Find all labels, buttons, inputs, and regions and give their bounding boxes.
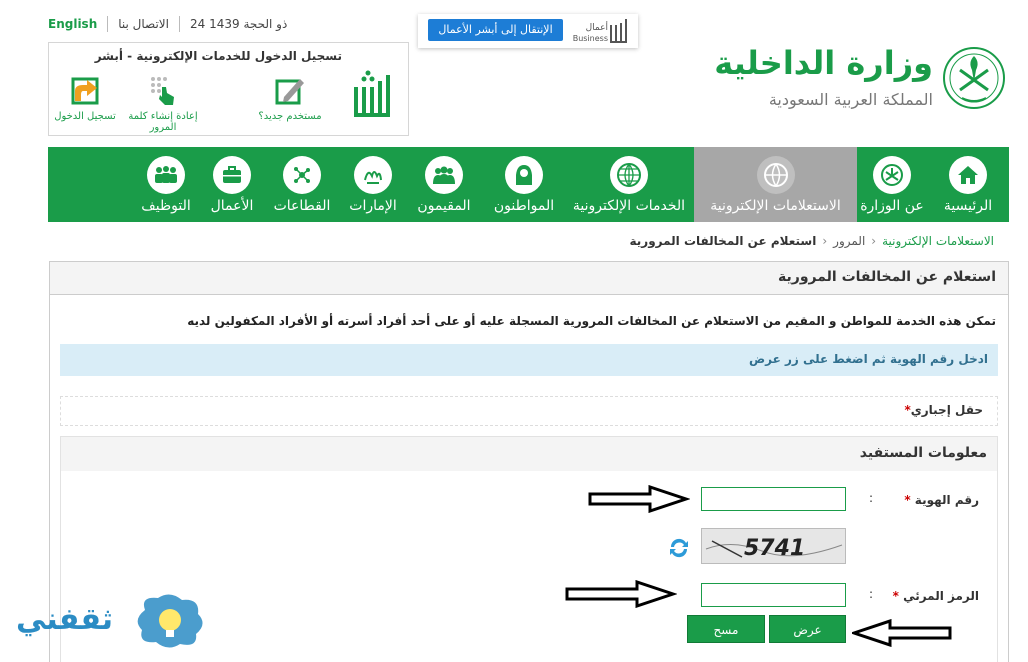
required-note: *حقل إجباري (60, 396, 998, 426)
arrow-annotation-icon (588, 485, 690, 513)
nav-home[interactable]: الرئيسية (927, 147, 1009, 222)
main-nav: الرئيسية عن الوزارة الاستعلامات الإلكترو… (48, 147, 1009, 222)
section-header: معلومات المستفيد (61, 437, 997, 471)
reset-password-button[interactable]: إعادة إنشاء كلمة المرور (118, 75, 208, 133)
ministry-subtitle: المملكة العربية السعودية (768, 90, 933, 109)
required-label: *حقل إجباري (904, 403, 983, 417)
globe-icon (610, 156, 648, 194)
business-logo-en: Business (572, 34, 608, 43)
nav-label: القطاعات (273, 198, 331, 214)
business-logo-ar: أعمال (585, 23, 608, 33)
info-alert: ادخل رقم الهوية ثم اضغط على زر عرض (60, 344, 998, 376)
colon: : (868, 587, 873, 601)
new-user-icon (274, 75, 306, 107)
captcha-text: 5741 (744, 536, 805, 561)
required-star: * (904, 493, 911, 507)
nav-emirates[interactable]: الإمارات (342, 147, 404, 222)
login-box: تسجيل الدخول للخدمات الإلكترونية - أبشر (48, 42, 409, 136)
nav-label: المواطنون (493, 198, 555, 214)
nav-label: الإمارات (349, 198, 397, 214)
reset-password-icon (147, 75, 179, 107)
nav-label: الأعمال (210, 198, 254, 214)
top-bar: English الاتصال بنا 24 ذو الحجة 1439 (48, 14, 287, 34)
refresh-captcha-icon[interactable] (667, 536, 691, 560)
nav-label: المقيمون (417, 198, 471, 214)
divider (178, 16, 180, 32)
visual-code-label-text: الرمز المرئي (903, 589, 979, 603)
info-text: ادخل رقم الهوية ثم اضغط على زر عرض (748, 352, 988, 366)
nav-employment[interactable]: التوظيف (130, 147, 202, 222)
watermark-text: ثقفني (16, 602, 114, 637)
arrow-annotation-icon (565, 580, 677, 608)
visual-code-input[interactable] (701, 583, 846, 607)
nav-e-services[interactable]: الخدمات الإلكترونية (564, 147, 694, 222)
new-user-label: مستخدم جديد؟ (258, 111, 322, 122)
required-star: * (892, 589, 899, 603)
residents-icon (425, 156, 463, 194)
sectors-icon (283, 156, 321, 194)
nav-about[interactable]: عن الوزارة (857, 147, 927, 222)
watermark-logo: ثقفني (10, 592, 215, 650)
nav-label: عن الوزارة (860, 198, 924, 214)
new-user-button[interactable]: مستخدم جديد؟ (252, 75, 328, 122)
contact-us-link[interactable]: الاتصال بنا (118, 17, 169, 31)
business-banner: الإنتقال إلى أبشر الأعمال أعمال Business (418, 14, 638, 48)
id-number-input[interactable] (701, 487, 846, 511)
nav-citizens[interactable]: المواطنون (484, 147, 564, 222)
breadcrumb-e-inquiries[interactable]: الاستعلامات الإلكترونية (882, 234, 994, 248)
absher-logo-icon (350, 67, 392, 123)
panel-header: استعلام عن المخالفات المرورية (50, 262, 1008, 295)
globe-pin-icon (756, 156, 795, 194)
login-title: تسجيل الدخول للخدمات الإلكترونية - أبشر (94, 49, 342, 63)
divider (107, 16, 109, 32)
login-icon (69, 75, 101, 107)
nav-label: الخدمات الإلكترونية (572, 198, 686, 214)
login-button[interactable]: تسجيل الدخول (52, 75, 118, 122)
reset-password-label: إعادة إنشاء كلمة المرور (128, 111, 198, 133)
breadcrumb: الاستعلامات الإلكترونية ‹ المرور ‹ استعل… (630, 234, 994, 248)
emblem-icon (873, 156, 911, 194)
id-label: رقم الهوية * (904, 493, 979, 507)
page-title: استعلام عن المخالفات المرورية (778, 269, 996, 285)
english-link[interactable]: English (48, 17, 97, 31)
chevron-left-icon: ‹ (871, 234, 877, 248)
chevron-left-icon: ‹ (822, 234, 828, 248)
home-icon (949, 156, 987, 194)
captcha-image: 5741 (701, 528, 846, 564)
required-label-text: حقل إجباري (910, 403, 983, 417)
breadcrumb-traffic[interactable]: المرور (833, 234, 865, 248)
absher-business-button[interactable]: الإنتقال إلى أبشر الأعمال (428, 19, 563, 41)
login-label: تسجيل الدخول (54, 111, 116, 122)
service-description: تمكن هذه الخدمة للمواطن و المقيم من الاس… (187, 314, 996, 328)
ministry-title: وزارة الداخلية (714, 44, 933, 82)
briefcase-icon (213, 156, 251, 194)
arrow-annotation-icon (852, 619, 952, 647)
id-label-text: رقم الهوية (914, 493, 979, 507)
nav-label: التوظيف (141, 198, 191, 214)
nav-e-inquiries[interactable]: الاستعلامات الإلكترونية (694, 147, 857, 222)
colon: : (868, 491, 873, 505)
nav-residents[interactable]: المقيمون (404, 147, 484, 222)
hijri-date: 24 ذو الحجة 1439 (189, 17, 288, 31)
citizen-icon (505, 156, 543, 194)
nav-sectors[interactable]: القطاعات (262, 147, 342, 222)
breadcrumb-current: استعلام عن المخالفات المرورية (629, 234, 817, 248)
saudi-emblem-icon (942, 42, 1006, 114)
section-title: معلومات المستفيد (859, 445, 987, 461)
visual-code-label: الرمز المرئي * (893, 589, 979, 603)
emirates-icon (354, 156, 392, 194)
nav-business[interactable]: الأعمال (202, 147, 262, 222)
nav-label: الرئيسية (943, 198, 993, 214)
clear-button[interactable]: مسح (687, 615, 765, 643)
employment-icon (147, 156, 185, 194)
show-button[interactable]: عرض (769, 615, 846, 643)
absher-business-logo: أعمال Business (570, 17, 630, 45)
nav-label: الاستعلامات الإلكترونية (710, 198, 841, 214)
business-logo-icon (610, 19, 627, 43)
